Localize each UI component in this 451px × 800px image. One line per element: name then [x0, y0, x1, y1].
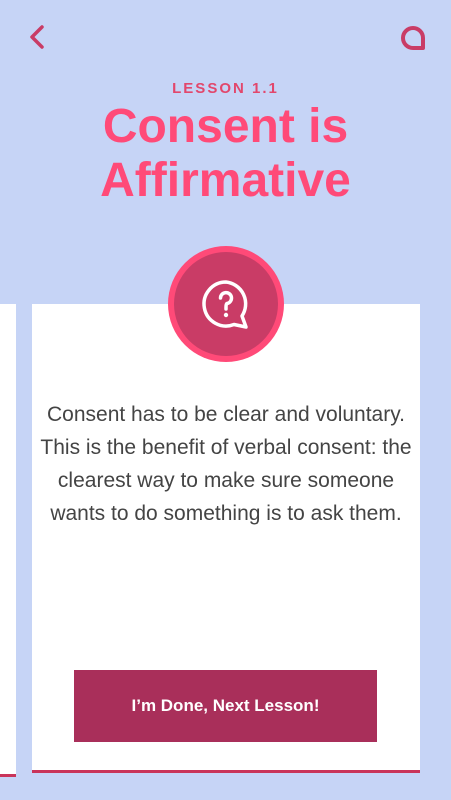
lesson-icon-inner: [174, 252, 278, 356]
lesson-text: Consent has to be clear and voluntary. T…: [40, 403, 412, 525]
lesson-title-line2: Affirmative: [100, 154, 351, 207]
chat-bubble-icon: [401, 26, 425, 50]
chevron-left-icon: [30, 25, 44, 49]
lesson-icon-badge: [168, 246, 284, 362]
next-lesson-button[interactable]: I’m Done, Next Lesson!: [74, 670, 377, 742]
chat-button[interactable]: [399, 24, 427, 52]
question-speech-bubble-icon: [202, 280, 248, 329]
previous-card-edge[interactable]: [0, 304, 16, 777]
back-button[interactable]: [24, 22, 52, 52]
lesson-title: Consent is Affirmative: [0, 100, 451, 208]
lesson-title-line1: Consent is: [102, 100, 349, 153]
lesson-card: Consent has to be clear and voluntary. T…: [32, 304, 420, 773]
lesson-number: LESSON 1.1: [172, 80, 279, 97]
top-bar: [0, 0, 451, 70]
